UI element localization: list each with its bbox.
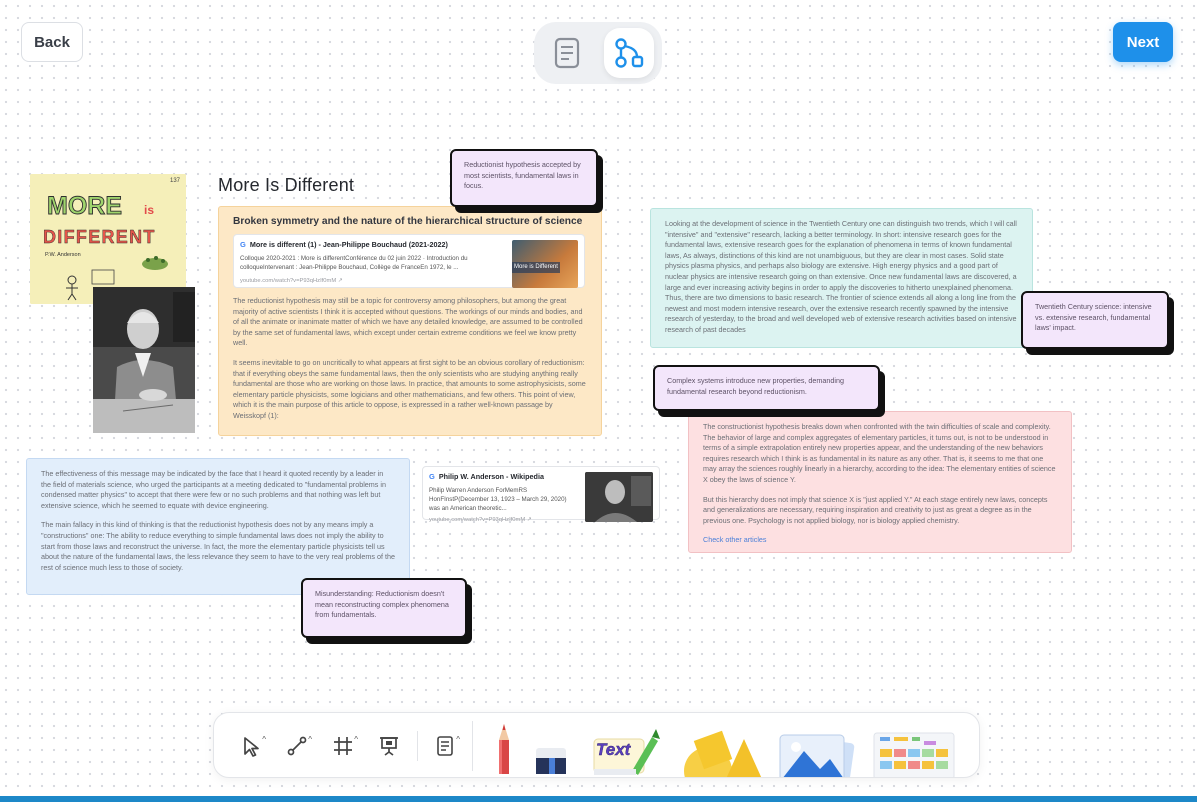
note-tool-button[interactable]: ^ [428, 713, 462, 777]
toolbar-divider [472, 721, 473, 771]
thumbnail-caption: More is Different [512, 262, 560, 273]
document-icon [554, 37, 580, 69]
youtube-link-preview[interactable]: G More is different (1) - Jean-Philippe … [233, 234, 585, 288]
image-tool-button[interactable] [774, 713, 860, 777]
card-paragraph: But this hierarchy does not imply that s… [703, 494, 1048, 525]
link-thumbnail-image [585, 472, 653, 522]
chevron-up-icon: ^ [456, 735, 460, 744]
check-other-articles-link[interactable]: Check other articles [703, 535, 767, 546]
wikipedia-link-preview[interactable]: G Philip W. Anderson - Wikipedia Philip … [422, 466, 660, 523]
sticky-note[interactable]: Reductionist hypothesis accepted by most… [450, 149, 598, 207]
graph-view-button[interactable] [604, 28, 654, 78]
text-tool-icon: Text [593, 729, 660, 775]
card-paragraph: The reductionist hypothesis may still be… [233, 296, 583, 348]
poster-corner-text: 137 [170, 178, 181, 184]
poster-title-line1: MORE [47, 192, 122, 220]
next-button[interactable]: Next [1113, 22, 1173, 62]
chevron-up-icon: ^ [354, 735, 358, 744]
link-description: Colloque 2020-2021 : More is differentCo… [240, 255, 468, 271]
google-icon: G [429, 472, 435, 481]
presentation-tool-button[interactable] [372, 713, 406, 777]
card-paragraph: It seems inevitable to go on uncriticall… [233, 357, 586, 420]
link-title: More is different (1) - Jean-Philippe Bo… [249, 240, 448, 249]
anderson-photo-image[interactable] [93, 287, 195, 433]
view-toggle [534, 22, 662, 84]
card-heading: Broken symmetry and the nature of the hi… [233, 216, 583, 227]
back-button[interactable]: Back [21, 22, 83, 62]
bottom-toolbar: ^ ^ ^ ^ Text [213, 712, 980, 778]
select-tool-button[interactable]: ^ [234, 713, 268, 777]
more-is-different-poster-image[interactable]: 137 MORE is DIFFERENT P.W. Anderson [30, 174, 186, 304]
article-card-pink[interactable]: The constructionist hypothesis breaks do… [688, 411, 1072, 553]
templates-tool-button[interactable] [870, 713, 960, 777]
card-paragraph: The effectiveness of this message may be… [41, 469, 386, 510]
card-paragraph: The constructionist hypothesis breaks do… [703, 422, 1056, 484]
eraser-icon [536, 748, 566, 774]
google-icon: G [240, 240, 246, 249]
card-paragraph: Looking at the development of science in… [665, 219, 1017, 334]
link-url: youtube.com/watch?v=P93qHzIf0mM ↗ [429, 517, 532, 523]
external-link-icon: ↗ [526, 517, 532, 523]
sticky-note[interactable]: Complex systems introduce new properties… [653, 365, 880, 411]
link-title: Philip W. Anderson - Wikipedia [438, 472, 544, 481]
link-url: youtube.com/watch?v=P93qHzIf0mM ↗ [240, 278, 343, 284]
connector-icon [287, 736, 307, 756]
image-icon [779, 734, 855, 777]
bottom-accent-bar [0, 796, 1197, 802]
note-icon [437, 736, 453, 756]
page-title: More Is Different [218, 175, 355, 195]
article-card-teal[interactable]: Looking at the development of science in… [650, 208, 1033, 348]
eraser-tool-button[interactable] [528, 713, 574, 777]
poster-author: P.W. Anderson [45, 252, 81, 258]
cursor-icon [244, 737, 259, 757]
link-description: Philip Warren Anderson ForMemRS HonFInst… [429, 487, 567, 512]
poster-title-is: is [144, 203, 154, 217]
sticky-note[interactable]: Misunderstanding: Reductionism doesn't m… [301, 578, 467, 638]
connector-tool-button[interactable]: ^ [280, 713, 314, 777]
sticky-note[interactable]: Twentieth Century science: intensive vs.… [1021, 291, 1169, 349]
article-card-orange[interactable]: Broken symmetry and the nature of the hi… [218, 206, 602, 436]
flow-graph-icon [615, 38, 644, 68]
chevron-up-icon: ^ [308, 735, 312, 744]
poster-title-line2: DIFFERENT [43, 227, 156, 247]
frame-icon [334, 737, 352, 755]
frame-tool-button[interactable]: ^ [326, 713, 360, 777]
pen-tool-button[interactable] [484, 713, 524, 777]
link-thumbnail-image: More is Different [512, 240, 578, 288]
article-card-blue[interactable]: The effectiveness of this message may be… [26, 458, 410, 595]
shapes-tool-button[interactable] [678, 713, 764, 777]
templates-icon [873, 732, 955, 777]
external-link-icon: ↗ [337, 278, 343, 284]
text-tool-button[interactable]: Text [586, 713, 666, 777]
pen-icon [499, 724, 509, 774]
chevron-up-icon: ^ [262, 735, 266, 744]
card-paragraph: The main fallacy in this kind of thinkin… [41, 520, 395, 572]
presentation-icon [380, 737, 398, 756]
toolbar-divider [417, 731, 418, 761]
document-view-button[interactable] [542, 28, 592, 78]
text-tool-label: Text [596, 740, 632, 759]
shapes-icon [684, 730, 762, 777]
